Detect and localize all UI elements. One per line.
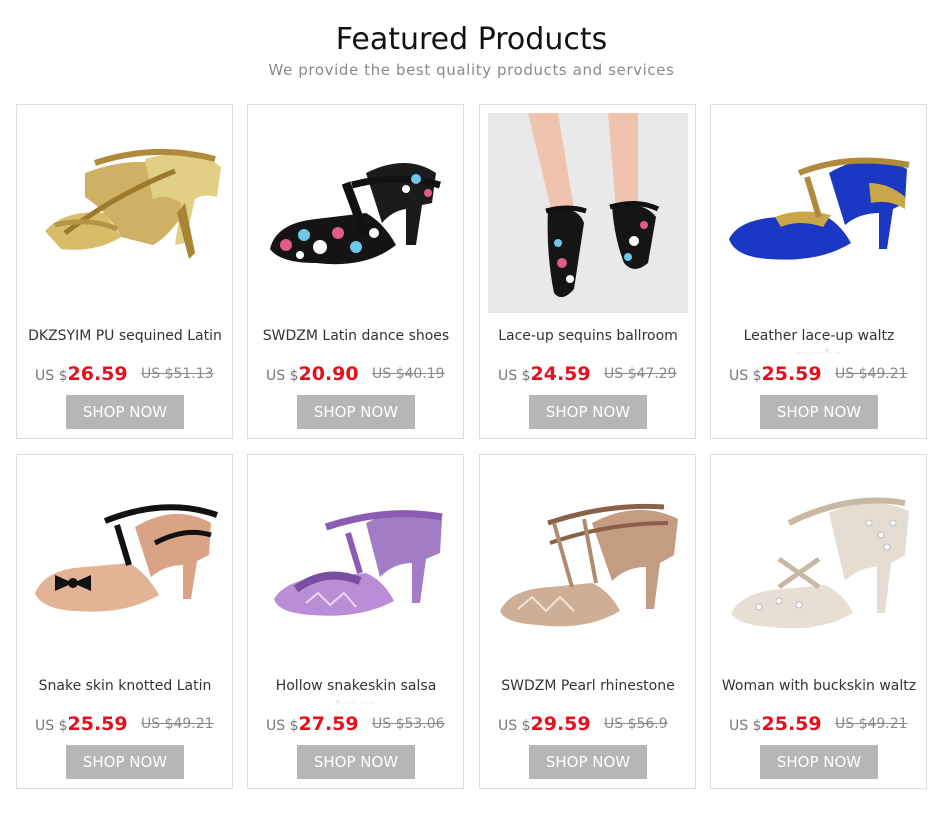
product-image-pearl-rhinestone-sandal[interactable] [719,463,919,663]
page-subtitle: We provide the best quality products and… [268,61,675,79]
original-price: US $40.19 [372,366,445,382]
price-row: US $20.90 US $40.19 [248,363,465,387]
product-image-polka-dot-t-strap-pump[interactable] [256,113,456,313]
shoe-image [488,463,688,663]
shoe-image [25,113,225,313]
currency-label: US $ [498,368,531,384]
price-amount: 27.59 [298,713,359,735]
product-name[interactable]: Leather lace-up waltz samba [719,326,919,354]
current-price: US $24.59 [498,363,591,385]
product-card[interactable]: DKZSYIM PU sequined Latin US $26.59 US $… [16,104,233,439]
currency-label: US $ [266,368,299,384]
product-name[interactable]: SWDZM Pearl rhinestone [488,676,688,704]
shoe-image [256,463,456,663]
current-price: US $25.59 [729,713,822,735]
price-amount: 26.59 [67,363,128,385]
original-price: US $47.29 [604,366,677,382]
page-title: Featured Products [335,22,608,57]
current-price: US $27.59 [266,713,359,735]
product-name[interactable]: Woman with buckskin waltz [719,676,919,704]
shoe-image [25,463,225,663]
product-name[interactable]: DKZSYIM PU sequined Latin [25,326,225,354]
product-card[interactable]: SWDZM Latin dance shoes US $20.90 US $40… [247,104,464,439]
product-card[interactable]: Snake skin knotted Latin US $25.59 US $4… [16,454,233,789]
price-row: US $29.59 US $56.9 [480,713,697,737]
shop-now-button[interactable]: SHOP NOW [760,395,878,429]
shop-now-button[interactable]: SHOP NOW [297,395,415,429]
shop-now-button[interactable]: SHOP NOW [529,395,647,429]
product-name[interactable]: Hollow snakeskin salsa tango [256,676,456,704]
currency-label: US $ [729,368,762,384]
product-card[interactable]: Hollow snakeskin salsa tango US $27.59 U… [247,454,464,789]
product-name[interactable]: SWDZM Latin dance shoes [256,326,456,354]
current-price: US $20.90 [266,363,359,385]
price-amount: 20.90 [298,363,359,385]
shop-now-button[interactable]: SHOP NOW [297,745,415,779]
original-price: US $56.9 [604,716,668,732]
shoe-image [719,113,919,313]
product-grid: DKZSYIM PU sequined Latin US $26.59 US $… [16,104,927,790]
product-name[interactable]: Snake skin knotted Latin [25,676,225,704]
price-amount: 24.59 [530,363,591,385]
currency-label: US $ [498,718,531,734]
product-image-nude-satin-bow-pump[interactable] [25,463,225,663]
product-card[interactable]: SWDZM Pearl rhinestone US $29.59 US $56.… [479,454,696,789]
original-price: US $49.21 [835,366,908,382]
product-image-gold-glitter-sandal[interactable] [25,113,225,313]
price-row: US $25.59 US $49.21 [17,713,234,737]
price-amount: 25.59 [761,363,822,385]
price-row: US $25.59 US $49.21 [711,713,928,737]
currency-label: US $ [35,368,68,384]
price-row: US $24.59 US $47.29 [480,363,697,387]
price-row: US $25.59 US $49.21 [711,363,928,387]
product-card[interactable]: Leather lace-up waltz samba US $25.59 US… [710,104,927,439]
product-image-polka-dot-on-feet-photo[interactable] [488,113,688,313]
price-row: US $26.59 US $51.13 [17,363,234,387]
product-card[interactable]: Woman with buckskin waltz US $25.59 US $… [710,454,927,789]
current-price: US $29.59 [498,713,591,735]
original-price: US $49.21 [141,716,214,732]
shop-now-button[interactable]: SHOP NOW [529,745,647,779]
product-image-purple-snakeskin-sandal[interactable] [256,463,456,663]
original-price: US $53.06 [372,716,445,732]
shop-now-button[interactable]: SHOP NOW [760,745,878,779]
product-image-bronze-snakeskin-sandal[interactable] [488,463,688,663]
current-price: US $25.59 [35,713,128,735]
shop-now-button[interactable]: SHOP NOW [66,395,184,429]
currency-label: US $ [729,718,762,734]
current-price: US $26.59 [35,363,128,385]
product-card[interactable]: Lace-up sequins ballroom US $24.59 US $4… [479,104,696,439]
currency-label: US $ [35,718,68,734]
product-image-blue-gold-pump[interactable] [719,113,919,313]
shoe-image [256,113,456,313]
current-price: US $25.59 [729,363,822,385]
price-amount: 25.59 [761,713,822,735]
original-price: US $49.21 [835,716,908,732]
shop-now-button[interactable]: SHOP NOW [66,745,184,779]
currency-label: US $ [266,718,299,734]
price-amount: 25.59 [67,713,128,735]
price-row: US $27.59 US $53.06 [248,713,465,737]
price-amount: 29.59 [530,713,591,735]
product-name[interactable]: Lace-up sequins ballroom [488,326,688,354]
shoe-image [719,463,919,663]
original-price: US $51.13 [141,366,214,382]
shoe-image [488,113,688,313]
